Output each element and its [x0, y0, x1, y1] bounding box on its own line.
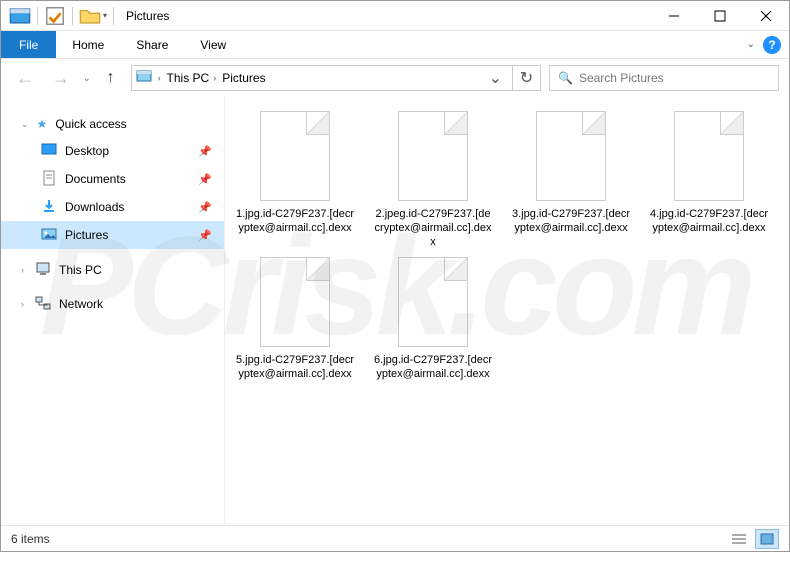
file-name: 6.jpg.id-C279F237.[decryptex@airmail.cc]… — [373, 353, 493, 381]
sidebar-item-pictures[interactable]: Pictures📌 — [1, 221, 224, 249]
sidebar-item-documents[interactable]: Documents📌 — [1, 165, 224, 193]
chevron-down-icon: ⌄ — [21, 119, 29, 130]
recent-locations-icon[interactable]: ⌄ — [83, 73, 91, 84]
app-icon — [9, 5, 31, 27]
close-button[interactable] — [743, 1, 789, 31]
sidebar-item-thispc[interactable]: › This PC — [1, 257, 224, 283]
navigation-bar: ← → ⌄ ↑ › This PC › Pictures ⌄ ↻ 🔍 Searc… — [1, 59, 789, 97]
search-icon: 🔍 — [558, 71, 573, 85]
ribbon-tabs: File Home Share View ⌄ ? — [1, 31, 789, 59]
breadcrumb-folder[interactable]: Pictures — [222, 71, 265, 85]
file-name: 2.jpeg.id-C279F237.[decryptex@airmail.cc… — [373, 207, 493, 249]
window-title: Pictures — [126, 9, 169, 23]
separator — [72, 7, 73, 25]
icons-view-button[interactable] — [755, 529, 779, 549]
pc-icon — [35, 261, 51, 280]
sidebar-item-network[interactable]: › Network — [1, 291, 224, 317]
search-placeholder: Search Pictures — [579, 71, 664, 85]
downloads-icon — [41, 198, 57, 217]
file-item[interactable]: 5.jpg.id-C279F237.[decryptex@airmail.cc]… — [235, 257, 355, 381]
sidebar-item-downloads[interactable]: Downloads📌 — [1, 193, 224, 221]
file-name: 5.jpg.id-C279F237.[decryptex@airmail.cc]… — [235, 353, 355, 381]
separator — [37, 7, 38, 25]
window-controls — [651, 1, 789, 31]
tab-home[interactable]: Home — [56, 31, 120, 58]
chevron-right-icon: › — [21, 299, 24, 309]
quick-access-toolbar: ▾ Pictures — [1, 5, 169, 27]
file-icon — [260, 111, 330, 201]
status-bar: 6 items — [1, 525, 789, 551]
search-input[interactable]: 🔍 Search Pictures — [549, 65, 779, 91]
chevron-right-icon[interactable]: › — [158, 73, 161, 83]
tab-view[interactable]: View — [184, 31, 242, 58]
file-icon — [674, 111, 744, 201]
tab-share[interactable]: Share — [120, 31, 184, 58]
address-dropdown-icon[interactable]: ⌄ — [483, 68, 508, 88]
address-bar[interactable]: › This PC › Pictures ⌄ — [131, 65, 513, 91]
help-icon[interactable]: ? — [763, 36, 781, 54]
file-icon — [260, 257, 330, 347]
pin-icon: 📌 — [198, 201, 212, 214]
documents-icon — [41, 170, 57, 189]
maximize-button[interactable] — [697, 1, 743, 31]
star-icon: ★ — [37, 117, 48, 131]
titlebar: ▾ Pictures — [1, 1, 789, 31]
quick-access-header[interactable]: ⌄ ★ Quick access — [1, 111, 224, 137]
details-view-button[interactable] — [727, 529, 751, 549]
sidebar-item-desktop[interactable]: Desktop📌 — [1, 137, 224, 165]
desktop-icon — [41, 142, 57, 161]
network-icon — [35, 295, 51, 314]
file-view[interactable]: 1.jpg.id-C279F237.[decryptex@airmail.cc]… — [225, 97, 789, 525]
chevron-right-icon: › — [21, 265, 24, 275]
pin-icon: 📌 — [198, 145, 212, 158]
up-button[interactable]: ↑ — [99, 66, 123, 90]
pictures-icon — [41, 226, 57, 245]
properties-icon[interactable] — [44, 5, 66, 27]
file-item[interactable]: 1.jpg.id-C279F237.[decryptex@airmail.cc]… — [235, 111, 355, 249]
file-item[interactable]: 2.jpeg.id-C279F237.[decryptex@airmail.cc… — [373, 111, 493, 249]
pin-icon: 📌 — [198, 229, 212, 242]
navigation-pane: ⌄ ★ Quick access Desktop📌 Documents📌 Dow… — [1, 97, 225, 525]
back-button[interactable]: ← — [11, 64, 39, 92]
file-name: 1.jpg.id-C279F237.[decryptex@airmail.cc]… — [235, 207, 355, 235]
file-grid: 1.jpg.id-C279F237.[decryptex@airmail.cc]… — [235, 111, 779, 381]
file-icon — [398, 257, 468, 347]
file-item[interactable]: 3.jpg.id-C279F237.[decryptex@airmail.cc]… — [511, 111, 631, 249]
file-item[interactable]: 6.jpg.id-C279F237.[decryptex@airmail.cc]… — [373, 257, 493, 381]
file-item[interactable]: 4.jpg.id-C279F237.[decryptex@airmail.cc]… — [649, 111, 769, 249]
qat-dropdown-icon[interactable]: ▾ — [103, 11, 107, 20]
forward-button[interactable]: → — [47, 64, 75, 92]
body: ⌄ ★ Quick access Desktop📌 Documents📌 Dow… — [1, 97, 789, 525]
file-name: 4.jpg.id-C279F237.[decryptex@airmail.cc]… — [649, 207, 769, 235]
minimize-button[interactable] — [651, 1, 697, 31]
file-icon — [536, 111, 606, 201]
file-icon — [398, 111, 468, 201]
separator — [113, 7, 114, 25]
explorer-window: ▾ Pictures File Home Share View ⌄ ? ← → … — [0, 0, 790, 552]
breadcrumb-root[interactable]: This PC › — [167, 71, 217, 85]
location-icon — [136, 68, 152, 89]
item-count: 6 items — [11, 532, 50, 546]
refresh-button[interactable]: ↻ — [513, 65, 541, 91]
expand-ribbon-icon[interactable]: ⌄ — [747, 39, 755, 50]
file-tab[interactable]: File — [1, 31, 56, 58]
file-name: 3.jpg.id-C279F237.[decryptex@airmail.cc]… — [511, 207, 631, 235]
pin-icon: 📌 — [198, 173, 212, 186]
folder-icon[interactable] — [79, 5, 101, 27]
